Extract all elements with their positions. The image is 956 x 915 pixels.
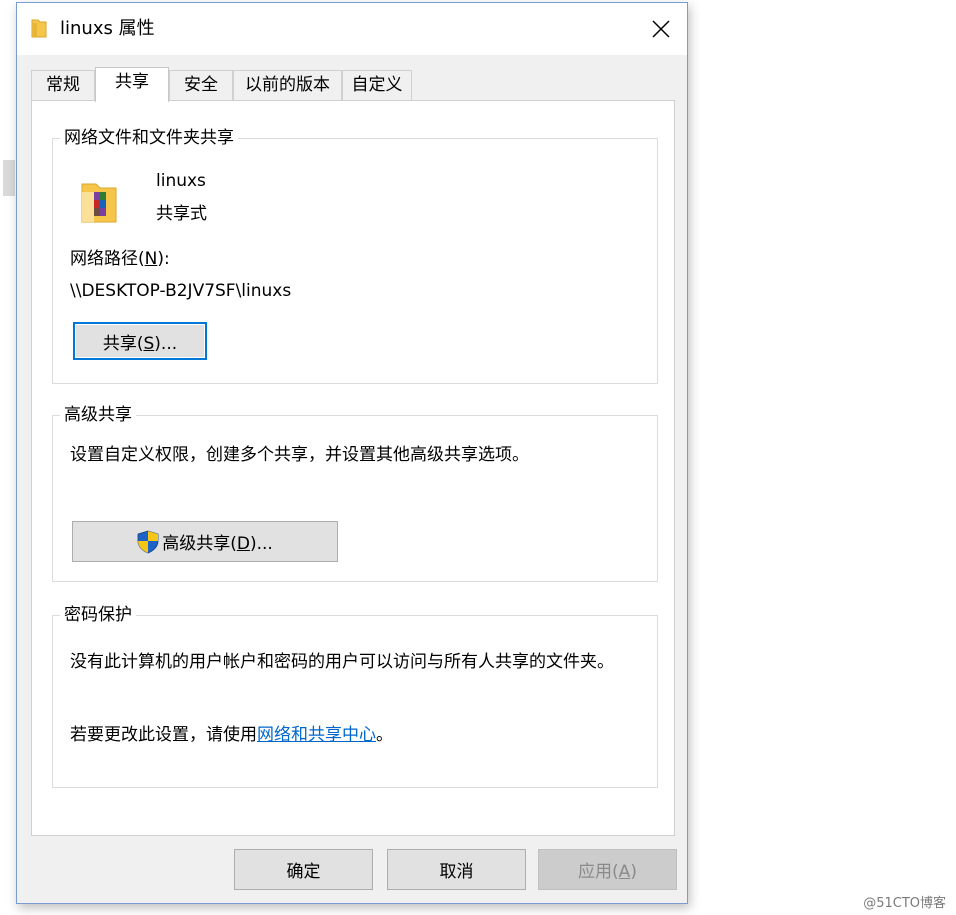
- close-button[interactable]: [635, 3, 687, 55]
- watermark: @51CTO博客: [863, 896, 946, 911]
- tab-previous-versions[interactable]: 以前的版本: [233, 70, 342, 100]
- tab-sharing[interactable]: 共享: [95, 67, 169, 102]
- apply-button-label: 应用(A): [578, 862, 637, 882]
- cancel-button[interactable]: 取消: [387, 849, 526, 890]
- password-protection-group-title: 密码保护: [60, 603, 136, 627]
- background-window-edge: [3, 160, 15, 196]
- tab-customize[interactable]: 自定义: [342, 70, 412, 100]
- network-share-group: 网络文件和文件夹共享 linuxs 共享式 网络路径(N): \\DESKTOP…: [52, 126, 658, 384]
- password-protection-group: 密码保护 没有此计算机的用户帐户和密码的用户可以访问与所有人共享的文件夹。 若要…: [52, 603, 658, 788]
- shared-folder-icon: [81, 183, 117, 223]
- advanced-share-button-label: 高级共享(D)...: [162, 534, 273, 554]
- title-bar: linuxs 属性: [17, 3, 687, 55]
- apply-button[interactable]: 应用(A): [538, 849, 677, 890]
- advanced-share-group-title: 高级共享: [60, 403, 136, 427]
- uac-shield-icon: [137, 530, 159, 553]
- network-share-group-title: 网络文件和文件夹共享: [60, 126, 238, 150]
- advanced-share-button[interactable]: 高级共享(D)...: [72, 521, 338, 562]
- share-button[interactable]: 共享(S)...: [73, 322, 207, 360]
- network-sharing-center-link[interactable]: 网络和共享中心: [257, 725, 376, 745]
- folder-share-status: 共享式: [156, 204, 207, 224]
- password-change-hint: 若要更改此设置，请使用网络和共享中心。: [70, 725, 393, 745]
- tab-strip: 常规 共享 安全 以前的版本 自定义: [31, 67, 671, 102]
- password-protection-description: 没有此计算机的用户帐户和密码的用户可以访问与所有人共享的文件夹。: [70, 652, 614, 672]
- advanced-share-description: 设置自定义权限，创建多个共享，并设置其他高级共享选项。: [70, 445, 529, 465]
- sharing-panel: 网络文件和文件夹共享 linuxs 共享式 网络路径(N): \\DESKTOP…: [31, 100, 675, 836]
- tab-security[interactable]: 安全: [169, 70, 233, 100]
- window-title: linuxs 属性: [60, 18, 155, 39]
- ok-button[interactable]: 确定: [234, 849, 373, 890]
- folder-name: linuxs: [156, 171, 206, 191]
- network-path-value: \\DESKTOP-B2JV7SF\linuxs: [70, 281, 292, 301]
- tab-general[interactable]: 常规: [31, 70, 95, 100]
- network-path-label: 网络路径(N):: [70, 249, 170, 269]
- properties-dialog: linuxs 属性 常规 共享 安全 以前的版本 自定义 网络文件和文件夹共享: [16, 2, 688, 904]
- folder-icon: [31, 19, 47, 38]
- close-icon: [652, 20, 670, 38]
- advanced-share-group: 高级共享 设置自定义权限，创建多个共享，并设置其他高级共享选项。 高级共享(D)…: [52, 403, 658, 582]
- share-button-label: 共享(S)...: [102, 333, 178, 354]
